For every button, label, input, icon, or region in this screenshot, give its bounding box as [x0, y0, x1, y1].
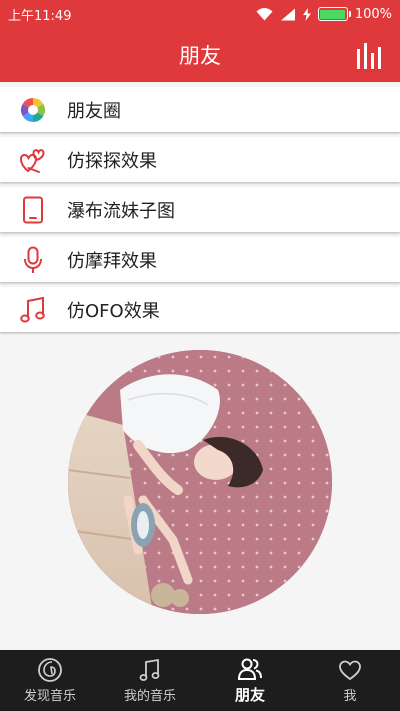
battery-percent: 100% — [354, 6, 392, 22]
menu-item-waterfall[interactable]: 瀑布流妹子图 — [0, 187, 400, 232]
title-bar: 朋友 — [0, 28, 400, 82]
menu-item-tantan[interactable]: 仿探探效果 — [0, 137, 400, 182]
status-time: 上午11:49 — [8, 8, 72, 24]
nav-label: 我 — [343, 689, 357, 704]
signal-icon — [280, 8, 295, 20]
menu-item-label: 仿探探效果 — [67, 150, 157, 172]
wifi-icon — [256, 7, 273, 20]
bottom-nav: 发现音乐 我的音乐 朋友 我 — [0, 650, 400, 711]
music-note-icon — [139, 658, 160, 681]
status-icons: 100% — [256, 7, 392, 22]
menu-item-ofo[interactable]: 仿OFO效果 — [0, 287, 400, 332]
nav-item-discover[interactable]: 发现音乐 — [0, 650, 100, 711]
page-title: 朋友 — [179, 44, 221, 68]
photo-girl-image — [68, 350, 332, 614]
nav-label: 发现音乐 — [23, 689, 76, 704]
microphone-icon — [18, 245, 48, 275]
charging-icon — [302, 7, 311, 21]
playlist-bars-icon[interactable] — [354, 41, 384, 69]
nav-label: 朋友 — [234, 686, 265, 704]
menu-item-label: 瀑布流妹子图 — [67, 200, 175, 222]
battery-icon — [317, 7, 351, 21]
menu-item-label: 朋友圈 — [67, 100, 121, 122]
menu-item-label: 仿摩拜效果 — [67, 250, 157, 272]
menu-item-mobike[interactable]: 仿摩拜效果 — [0, 237, 400, 282]
nav-item-friends[interactable]: 朋友 — [200, 650, 300, 711]
friends-icon — [237, 658, 262, 680]
netease-music-icon — [38, 658, 62, 682]
music-notes-icon — [18, 295, 48, 325]
menu-item-label: 仿OFO效果 — [67, 300, 160, 322]
hearts-icon — [18, 145, 48, 175]
menu-item-moments[interactable]: 朋友圈 — [0, 87, 400, 132]
heart-icon — [339, 660, 361, 681]
status-bar: 上午11:49 100% — [0, 0, 400, 28]
battery-level — [320, 9, 346, 19]
tablet-icon — [18, 195, 48, 225]
camera-aperture-icon — [18, 95, 48, 125]
nav-item-my-music[interactable]: 我的音乐 — [100, 650, 200, 711]
nav-label: 我的音乐 — [123, 689, 176, 704]
nav-item-me[interactable]: 我 — [300, 650, 400, 711]
